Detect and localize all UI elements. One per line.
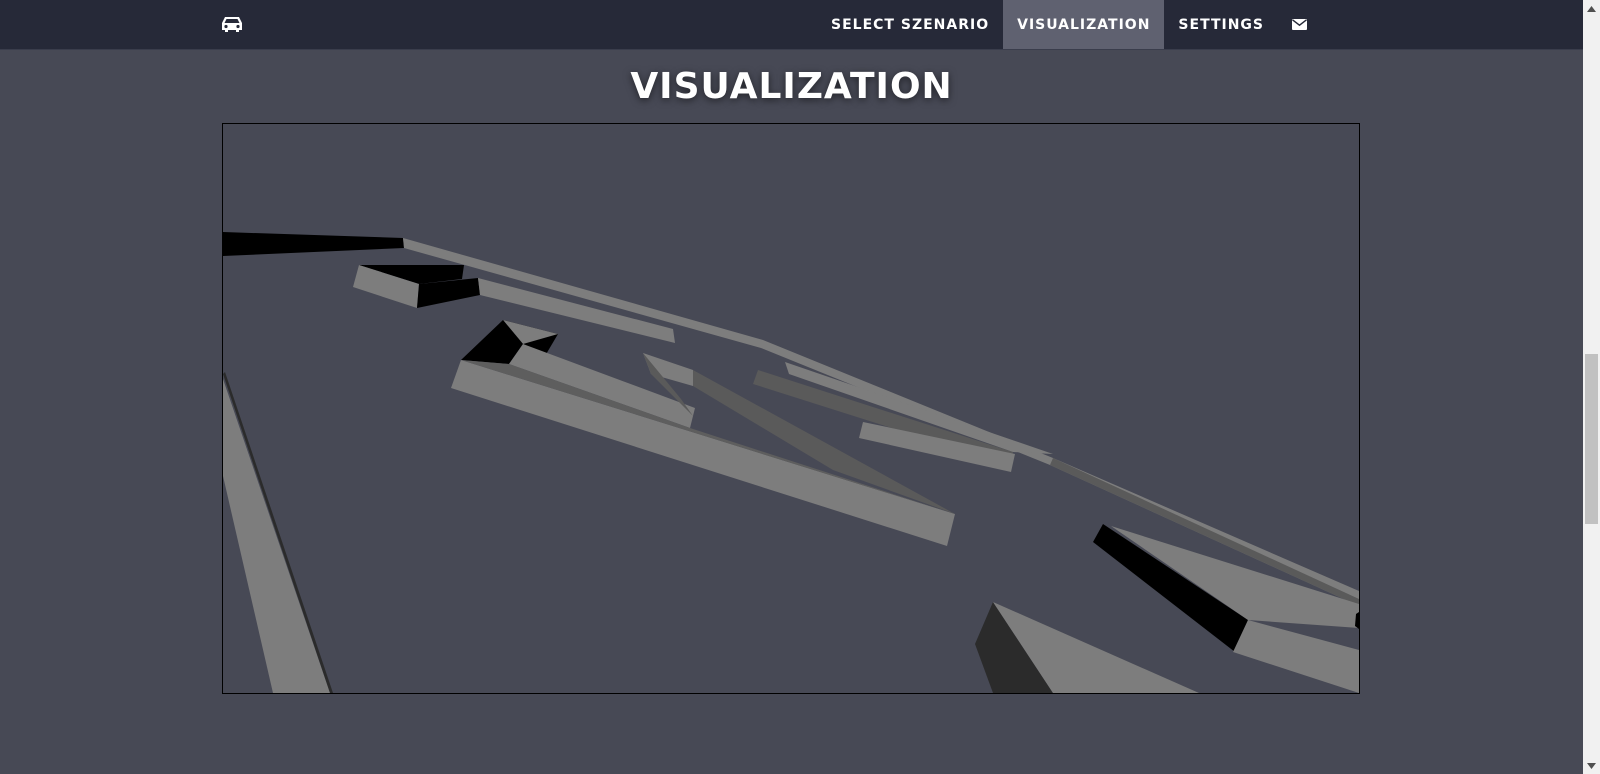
scroll-down-icon[interactable] [1583, 757, 1600, 774]
visualization-canvas[interactable] [222, 123, 1360, 694]
block-br-front [1233, 620, 1359, 693]
wall-top-left-shadow [223, 232, 404, 256]
nav-settings[interactable]: SETTINGS [1164, 0, 1278, 49]
envelope-icon[interactable] [1278, 0, 1321, 49]
nav-visualization[interactable]: VISUALIZATION [1003, 0, 1165, 49]
car-icon[interactable] [220, 13, 244, 35]
scroll-up-icon[interactable] [1583, 0, 1600, 17]
page-scrollbar[interactable] [1583, 0, 1600, 774]
scrollbar-thumb[interactable] [1585, 354, 1598, 524]
3d-scene [223, 232, 1359, 693]
wall-left [223, 379, 330, 693]
nav-select-szenario[interactable]: SELECT SZENARIO [817, 0, 1003, 49]
page-title: VISUALIZATION [630, 66, 953, 107]
top-navbar: SELECT SZENARIO VISUALIZATION SETTINGS [0, 0, 1583, 50]
main-nav: SELECT SZENARIO VISUALIZATION SETTINGS [817, 0, 1321, 49]
